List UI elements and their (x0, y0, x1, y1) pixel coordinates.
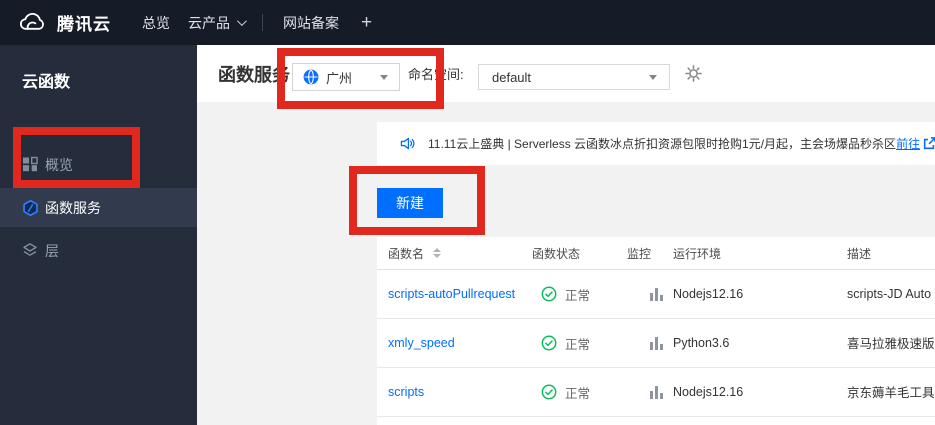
status-ok-icon (541, 384, 557, 400)
runtime-text: Nodejs12.16 (673, 385, 744, 399)
function-name-link[interactable]: scripts (388, 385, 424, 399)
function-name-link[interactable]: xmly_speed (388, 336, 455, 350)
namespace-label: 命名空间: (408, 67, 464, 82)
function-table: 函数名 函数状态 监控 运行环境 描述 scripts-autoPullrequ… (377, 237, 935, 425)
region-value: 广州 (326, 70, 353, 86)
sidebar-item-label: 层 (45, 242, 59, 259)
page-title: 函数服务 (218, 64, 290, 85)
sidebar-item-layers[interactable]: 层 (0, 231, 197, 270)
speaker-icon (400, 136, 415, 151)
sidebar-item-function-service[interactable]: 函数服务 (0, 188, 197, 227)
status-text: 正常 (565, 386, 591, 401)
topnav-overview[interactable]: 总览 (142, 0, 170, 45)
function-name-link[interactable]: scripts-autoPullrequest (388, 287, 515, 301)
column-function-name: 函数名 (388, 246, 425, 261)
table-row: xmly_speed 正常 Python3.6 喜马拉雅极速版刷 (377, 319, 935, 368)
scf-hexagon-icon (22, 199, 39, 217)
table-header-row: 函数名 函数状态 监控 运行环境 描述 (377, 237, 935, 270)
grid-icon (22, 156, 39, 173)
add-tab-button[interactable]: + (361, 0, 372, 45)
banner-message: 11.11云上盛典 | Serverless 云函数冰点折扣资源包限时抢购1元/… (428, 137, 897, 151)
monitor-chart-icon[interactable] (650, 385, 663, 399)
cloud-logo-icon (16, 11, 48, 34)
namespace-value: default (492, 69, 532, 85)
topbar: 腾讯云 总览 云产品 网站备案 + (0, 0, 935, 45)
column-function-status: 函数状态 (532, 246, 581, 261)
runtime-text: Python3.6 (673, 336, 730, 350)
monitor-chart-icon[interactable] (650, 287, 663, 301)
brand-text: 腾讯云 (57, 15, 111, 34)
status-ok-icon (541, 286, 557, 302)
table-row: scripts-autoPullrequest 正常 Nodejs12.16 s… (377, 270, 935, 319)
topnav-website-icp[interactable]: 网站备案 (283, 0, 339, 45)
status-text: 正常 (565, 337, 591, 352)
sidebar-item-label: 函数服务 (45, 199, 101, 216)
sidebar-item-overview[interactable]: 概览 (0, 145, 197, 184)
chevron-down-icon (380, 74, 388, 80)
globe-icon (303, 69, 319, 85)
table-row: scripts 正常 Nodejs12.16 京东薅羊毛工具 (377, 368, 935, 417)
region-selector[interactable]: 广州 (292, 63, 400, 91)
monitor-chart-icon[interactable] (650, 336, 663, 350)
column-monitor: 监控 (627, 246, 652, 261)
sidebar-title: 云函数 (22, 74, 71, 91)
column-description: 描述 (847, 246, 872, 261)
description-text: 京东薅羊毛工具 (847, 386, 935, 400)
tencent-cloud-logo[interactable]: 腾讯云 (16, 10, 111, 35)
sort-icon[interactable] (433, 248, 442, 258)
topnav-divider (262, 14, 263, 31)
create-button[interactable]: 新建 (377, 188, 443, 218)
layers-icon (22, 242, 39, 259)
console-screen: 腾讯云 总览 云产品 网站备案 + 云函数 概览 函数服务 层 函数服务 广州 … (0, 0, 935, 425)
status-text: 正常 (565, 288, 591, 303)
sidebar: 云函数 概览 函数服务 层 (0, 45, 197, 425)
external-link-icon[interactable] (923, 137, 935, 150)
status-ok-icon (541, 335, 557, 351)
topnav-cloud-products[interactable]: 云产品 (188, 0, 247, 45)
banner-go-link[interactable]: 前往 (896, 135, 920, 152)
runtime-text: Nodejs12.16 (673, 287, 744, 301)
main-content: 函数服务 广州 命名空间: default 11.11云上盛典 | Server… (197, 45, 935, 425)
promo-banner: 11.11云上盛典 | Serverless 云函数冰点折扣资源包限时抢购1元/… (377, 122, 935, 165)
description-text: scripts-JD Auto P (847, 287, 935, 301)
chevron-down-icon (649, 74, 657, 80)
namespace-selector[interactable]: default (478, 64, 670, 90)
description-text: 喜马拉雅极速版刷 (847, 337, 935, 351)
chevron-down-icon (236, 16, 247, 27)
gear-icon[interactable] (685, 65, 702, 82)
page-header: 函数服务 广州 命名空间: default (197, 45, 935, 102)
sidebar-item-label: 概览 (45, 156, 73, 173)
column-runtime: 运行环境 (673, 246, 722, 261)
